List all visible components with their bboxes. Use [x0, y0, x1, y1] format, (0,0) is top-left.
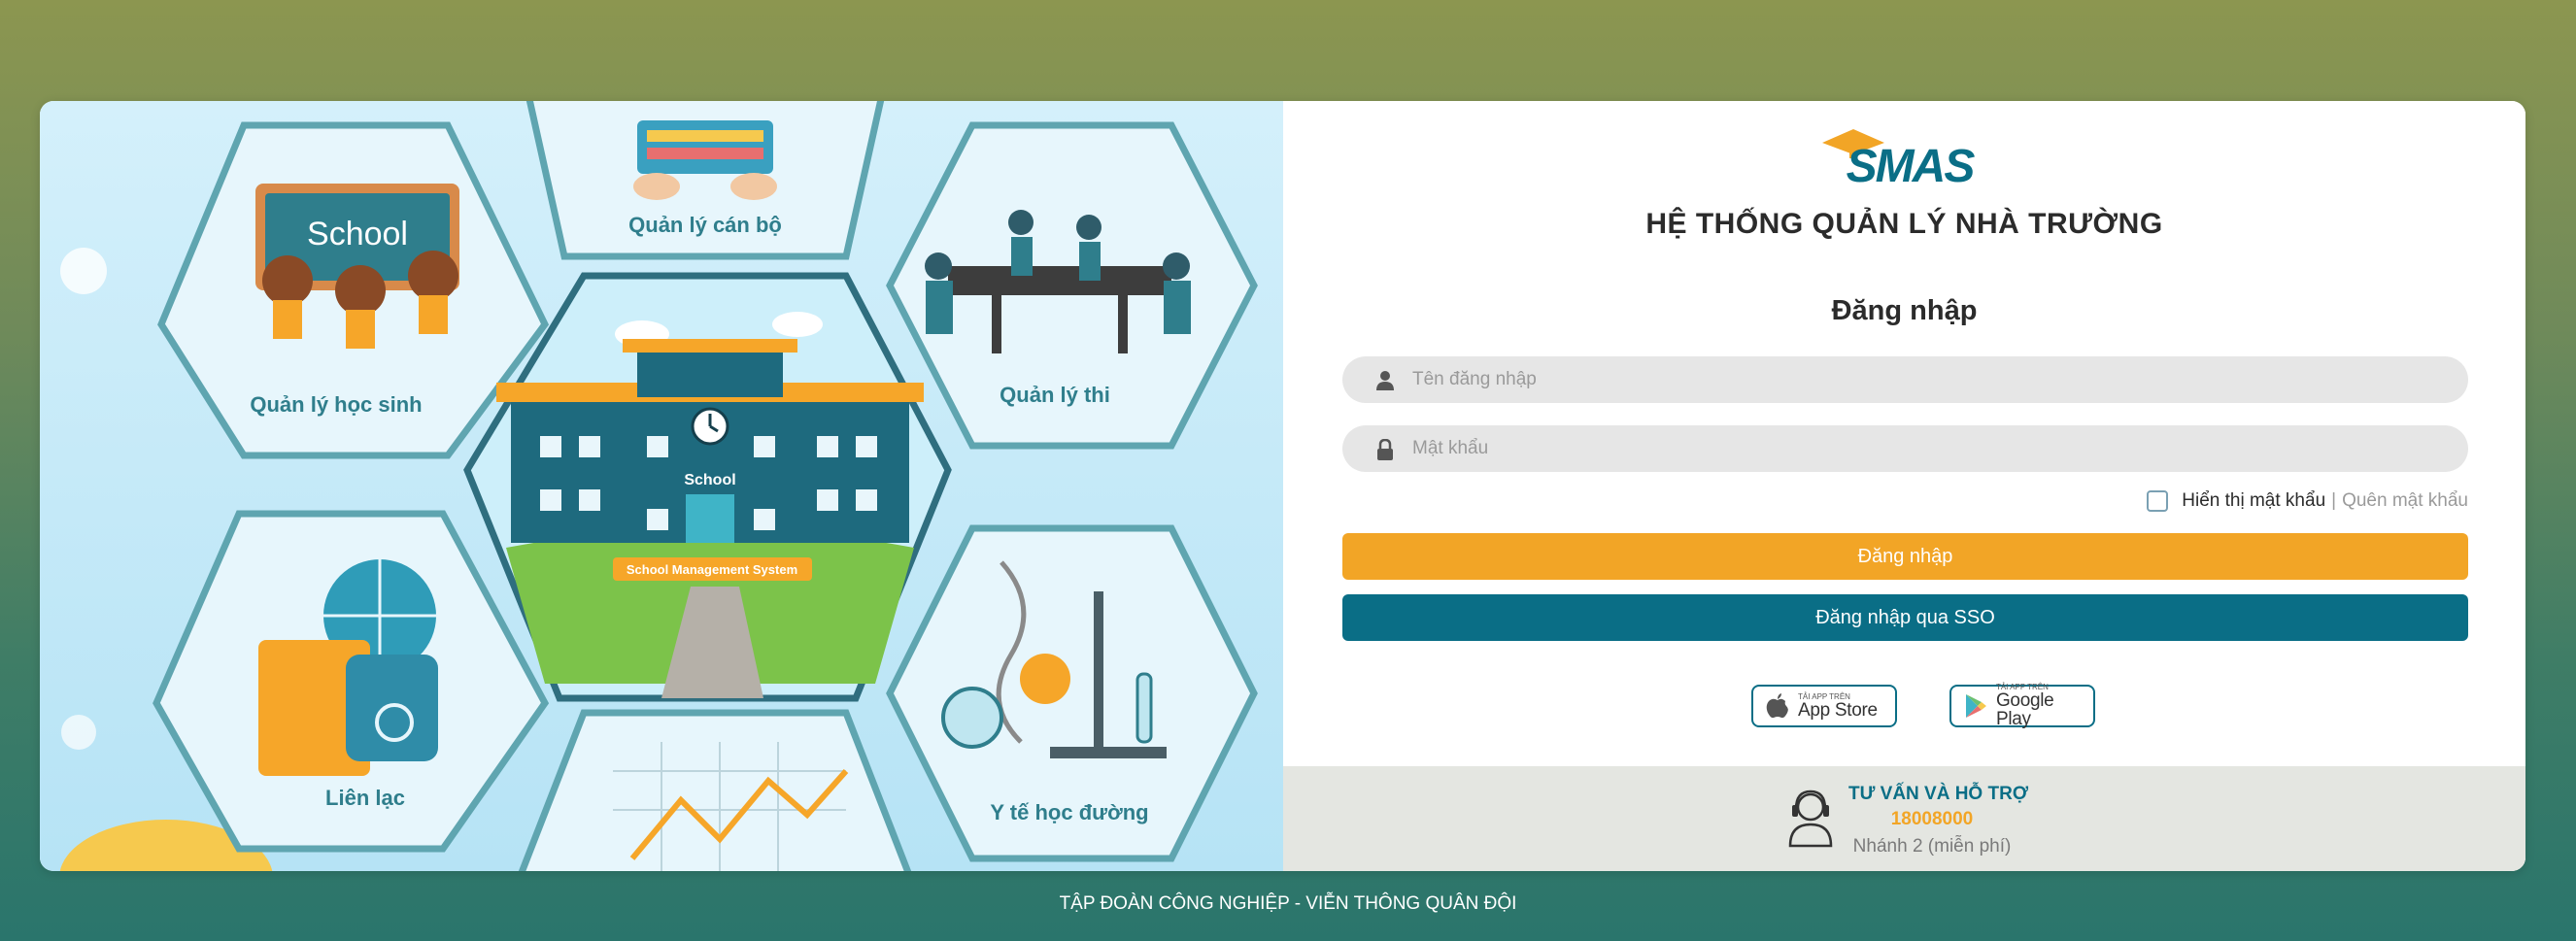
- lock-icon: [1377, 439, 1393, 460]
- support-note: Nhánh 2 (miễn phí): [1852, 836, 2012, 857]
- username-input[interactable]: [1412, 356, 2442, 403]
- illustration-panel: Quản lý cán bộ School Quản lý học sinh Q…: [40, 101, 1283, 871]
- support-phone[interactable]: 18008000: [1848, 809, 2016, 830]
- school-illustration: Quản lý cán bộ School Quản lý học sinh Q…: [40, 101, 1283, 871]
- show-password-label[interactable]: Hiển thị mật khẩu: [2182, 490, 2325, 512]
- footer-text: TẬP ĐOÀN CÔNG NGHIỆP - VIỄN THÔNG QUÂN Đ…: [1059, 893, 1517, 914]
- system-title: HỆ THỐNG QUẢN LÝ NHÀ TRƯỜNG: [1645, 208, 2163, 240]
- support-section: TƯ VẤN VÀ HỖ TRỢ 18008000 Nhánh 2 (miễn …: [1283, 766, 2525, 871]
- show-password-row: Hiển thị mật khẩu | Quên mật khẩu: [2147, 487, 2468, 515]
- logo-text: SMAS: [1847, 141, 1976, 189]
- sso-login-button[interactable]: Đăng nhập qua SSO: [1342, 594, 2468, 641]
- support-title: TƯ VẤN VÀ HỖ TRỢ: [1848, 784, 2029, 804]
- building-sign: School: [684, 472, 735, 488]
- hex-label-staff: Quản lý cán bộ: [628, 213, 782, 237]
- smas-logo: SMAS: [1822, 129, 1977, 189]
- google-play-icon: [1965, 694, 1986, 718]
- password-field[interactable]: [1342, 425, 2468, 472]
- support-agent-icon: [1788, 790, 1833, 848]
- login-panel: SMAS HỆ THỐNG QUẢN LÝ NHÀ TRƯỜNG Đăng nh…: [1283, 101, 2525, 871]
- app-store-badge[interactable]: TẢI APP TRÊN App Store: [1751, 685, 1897, 727]
- show-password-checkbox[interactable]: [2147, 490, 2169, 512]
- login-button[interactable]: Đăng nhập: [1342, 533, 2468, 580]
- building-banner: School Management System: [627, 562, 797, 577]
- hex-label-health: Y tế học đường: [990, 800, 1148, 824]
- app-store-text: App Store: [1798, 699, 1878, 721]
- google-play-badge[interactable]: TẢI APP TRÊN Google Play: [1949, 684, 2095, 729]
- hex-label-exams: Quản lý thi: [1000, 383, 1110, 407]
- google-play-text: Google Play: [1995, 690, 2054, 729]
- hex-label-contact: Liên lạc: [325, 786, 405, 810]
- username-field[interactable]: [1342, 356, 2468, 403]
- board-text: School: [307, 216, 408, 252]
- hex-label-students: Quản lý học sinh: [250, 392, 422, 417]
- forgot-password-link[interactable]: Quên mật khẩu: [2342, 490, 2468, 512]
- separator: |: [2331, 490, 2337, 511]
- login-heading: Đăng nhập: [1831, 295, 1978, 326]
- password-input[interactable]: [1412, 425, 2442, 472]
- user-icon: [1376, 371, 1394, 390]
- login-card: Quản lý cán bộ School Quản lý học sinh Q…: [40, 101, 2525, 871]
- apple-icon: [1766, 693, 1788, 719]
